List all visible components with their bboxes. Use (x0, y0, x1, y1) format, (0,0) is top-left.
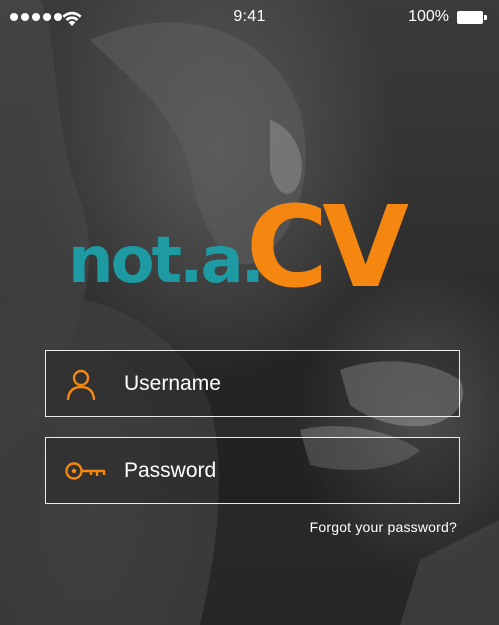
forgot-password-link[interactable]: Forgot your password? (310, 519, 457, 535)
app-logo: not.a. CV (68, 196, 415, 306)
password-field[interactable] (45, 437, 460, 504)
battery-percent: 100% (408, 8, 449, 25)
battery-full-icon (457, 11, 487, 24)
username-input[interactable] (124, 351, 444, 416)
password-input[interactable] (124, 438, 444, 503)
login-screen: 9:41 100% not.a. CV Forgot yo (0, 0, 499, 625)
key-icon (64, 459, 106, 483)
username-field[interactable] (45, 350, 460, 417)
logo-text-cv: CV (246, 196, 409, 306)
status-bar: 9:41 100% (0, 0, 499, 36)
user-icon (64, 367, 98, 401)
logo-text-not-a: not.a. (68, 224, 262, 298)
